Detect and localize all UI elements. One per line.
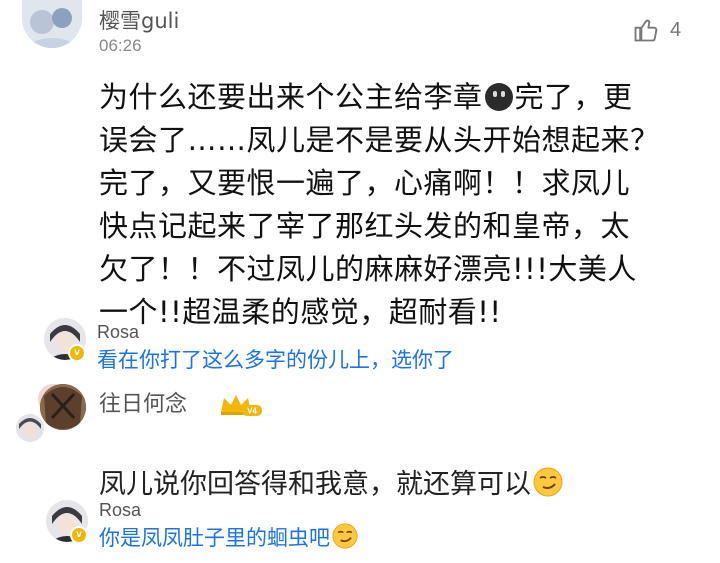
comment-body: 为什么还要出来个公主给李章 完了，更 误会了……凤儿是不是要从头开始想起来？ 完了… bbox=[99, 76, 699, 334]
comment-line-5: 欠了！！不过凤儿的麻麻好漂亮!!!大美人 bbox=[99, 252, 637, 286]
like-button[interactable]: 4 bbox=[632, 14, 681, 46]
crown-icon: V4 bbox=[221, 395, 262, 416]
reply-text: 你是凤凤肚子里的蛔虫吧 bbox=[99, 526, 330, 550]
reply-username[interactable]: Rosa bbox=[99, 500, 141, 521]
reply-avatar-wangri[interactable] bbox=[40, 384, 86, 430]
reply-text: 看在你打了这么多字的份儿上，选你了 bbox=[97, 348, 454, 372]
comment-line-4: 快点记起来了宰了那红头发的和皇帝，太 bbox=[99, 209, 631, 243]
vip-badge-icon: v bbox=[70, 526, 88, 544]
level-badge-text: V4 bbox=[247, 407, 257, 416]
comment-line-1-start: 为什么还要出来个公主给李章 bbox=[99, 80, 483, 114]
like-count: 4 bbox=[670, 18, 682, 41]
reply-username[interactable]: Rosa bbox=[97, 322, 139, 343]
comment-line-3: 完了，又要恨一遍了，心痛啊！！求凤儿 bbox=[99, 166, 631, 200]
commenter-avatar[interactable] bbox=[22, 0, 82, 48]
avatar-portrait-icon bbox=[40, 384, 86, 430]
comment-line-1-end: 完了，更 bbox=[514, 80, 633, 114]
reply-avatar-small-overlay[interactable] bbox=[16, 414, 44, 442]
comment-line-2: 误会了……凤儿是不是要从头开始想起来？ bbox=[99, 123, 660, 157]
reply-text-rosa-2: 你是凤凤肚子里的蛔虫吧 bbox=[99, 522, 358, 552]
reply-text: 凤儿说你回答得和我意，就还算可以 bbox=[99, 469, 531, 500]
avatar-mini-character-icon bbox=[16, 414, 44, 442]
comment-line-6: 一个!!超温柔的感觉，超耐看!! bbox=[99, 295, 502, 329]
smirk-face-emoji-icon bbox=[533, 467, 563, 497]
avatar-illustration-icon bbox=[22, 0, 82, 48]
comment-line-1: 为什么还要出来个公主给李章 完了，更 bbox=[99, 76, 699, 119]
vip-badge-icon: v bbox=[68, 344, 86, 362]
comment-timestamp: 06:26 bbox=[99, 36, 142, 55]
dark-face-emoji-icon bbox=[484, 83, 513, 111]
commenter-username[interactable]: 樱雪guli bbox=[99, 5, 179, 35]
reply-text-wangri: 凤儿说你回答得和我意，就还算可以 bbox=[99, 462, 563, 501]
smirk-face-emoji-icon bbox=[332, 523, 358, 549]
thumbs-up-icon bbox=[634, 19, 658, 42]
reply-username[interactable]: 往日何念 bbox=[99, 386, 187, 418]
